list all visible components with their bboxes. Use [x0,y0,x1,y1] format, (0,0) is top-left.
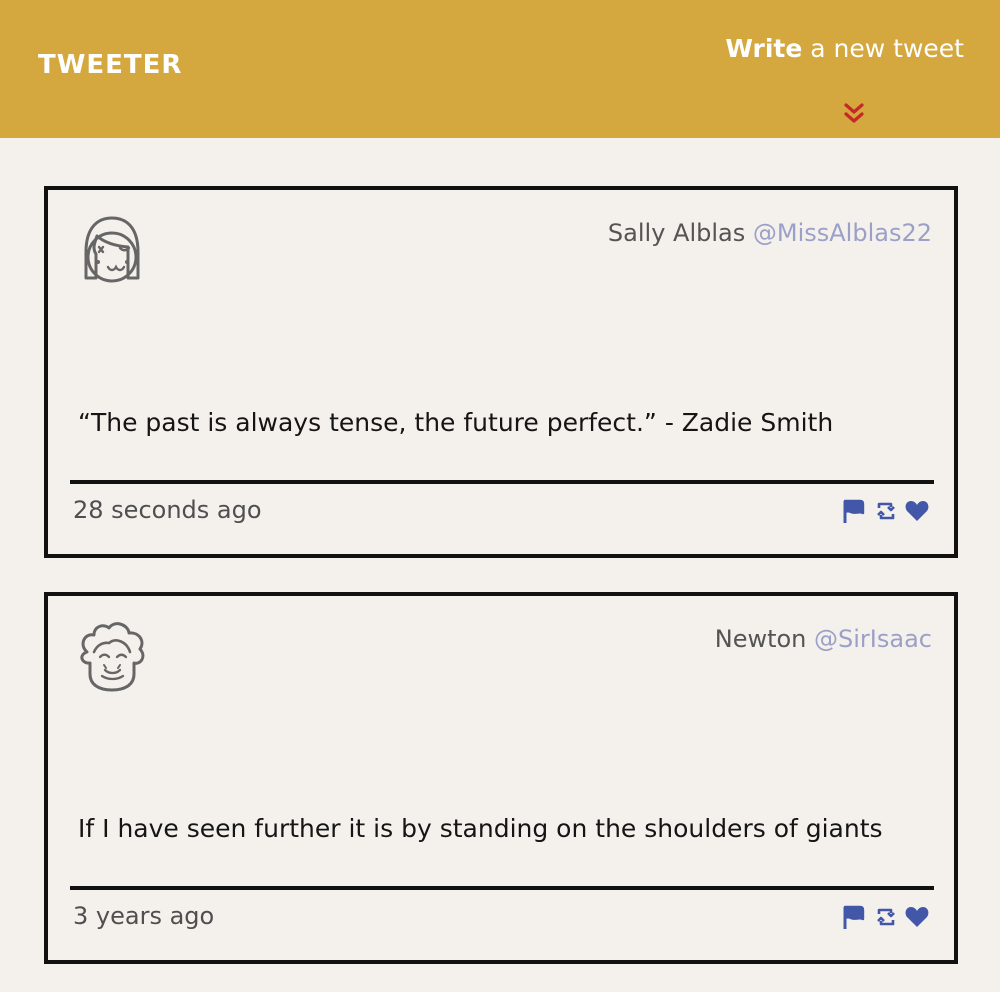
write-link-rest-text: a new tweet [802,34,964,63]
app-logo[interactable]: TWEETER [38,52,182,78]
flag-icon[interactable] [842,904,868,930]
tweet-card: Newton @SirIsaac If I have seen further … [44,592,958,964]
top-navigation-bar: TWEETER Write a new tweet [0,0,1000,138]
flag-icon[interactable] [842,498,868,524]
tweet-divider [70,886,934,890]
retweet-icon[interactable] [873,904,899,930]
tweet-timestamp: 28 seconds ago [73,496,262,524]
girl-avatar-icon [74,212,150,288]
retweet-icon[interactable] [873,498,899,524]
tweet-text: “The past is always tense, the future pe… [78,408,834,437]
double-chevron-down-icon[interactable] [842,101,866,127]
heart-icon[interactable] [904,904,930,930]
heart-icon[interactable] [904,498,930,524]
curly-hair-avatar-icon [74,618,150,694]
tweet-timestamp: 3 years ago [73,902,215,930]
tweet-author: Sally Alblas @MissAlblas22 [608,220,932,246]
write-link-strong-text: Write [725,34,803,63]
tweet-author-name: Newton [714,625,807,653]
tweet-actions [842,904,932,930]
tweet-text: If I have seen further it is by standing… [78,814,883,843]
tweet-card: Sally Alblas @MissAlblas22 “The past is … [44,186,958,558]
tweet-author: Newton @SirIsaac [715,626,932,652]
tweet-author-handle[interactable]: @MissAlblas22 [753,219,932,247]
write-new-tweet-link[interactable]: Write a new tweet [725,34,964,64]
tweet-actions [842,498,932,524]
tweet-author-name: Sally Alblas [607,219,746,247]
tweet-divider [70,480,934,484]
tweet-author-handle[interactable]: @SirIsaac [814,625,932,653]
